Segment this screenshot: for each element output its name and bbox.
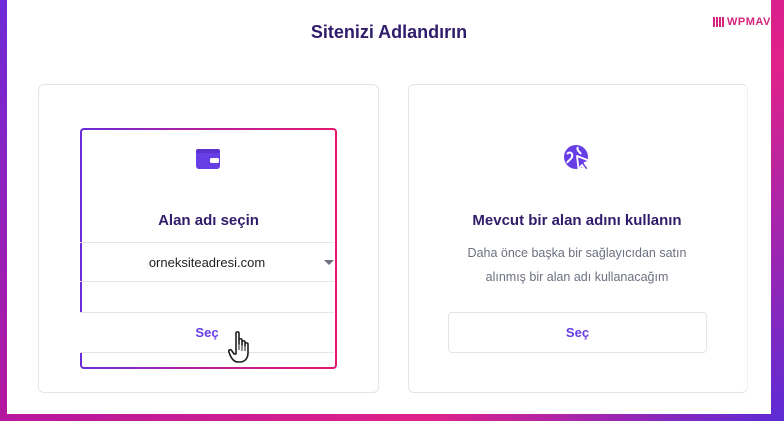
- watermark-text: WPMAVI: [727, 16, 775, 28]
- select-domain-button[interactable]: Seç: [80, 312, 334, 353]
- chevron-down-icon: [324, 260, 334, 265]
- description-line-1: Daha önce başka bir sağlayıcıdan satın: [467, 246, 687, 260]
- existing-domain-heading: Mevcut bir alan adını kullanın: [472, 212, 682, 229]
- hand-pointer-icon: [227, 330, 256, 368]
- globe-cursor-icon: [560, 140, 596, 176]
- choose-domain-heading: Alan adı seçin: [158, 212, 259, 229]
- watermark-logo: WPMAVI: [713, 16, 774, 28]
- watermark-bars-icon: [713, 17, 724, 27]
- description-line-2: alınmış bir alan adı kullanacağım: [485, 270, 669, 284]
- wallet-icon: [194, 146, 222, 172]
- existing-domain-description: Daha önce başka bir sağlayıcıdan satın a…: [408, 241, 746, 289]
- domain-select[interactable]: orneksiteadresi.com: [80, 242, 334, 282]
- use-existing-domain-button[interactable]: Seç: [448, 312, 707, 353]
- domain-select-value: orneksiteadresi.com: [148, 254, 266, 270]
- dialog-frame: Sitenizi Adlandırın WPMAVI Alan adı seçi…: [7, 0, 774, 414]
- page-title: Sitenizi Adlandırın: [310, 22, 468, 42]
